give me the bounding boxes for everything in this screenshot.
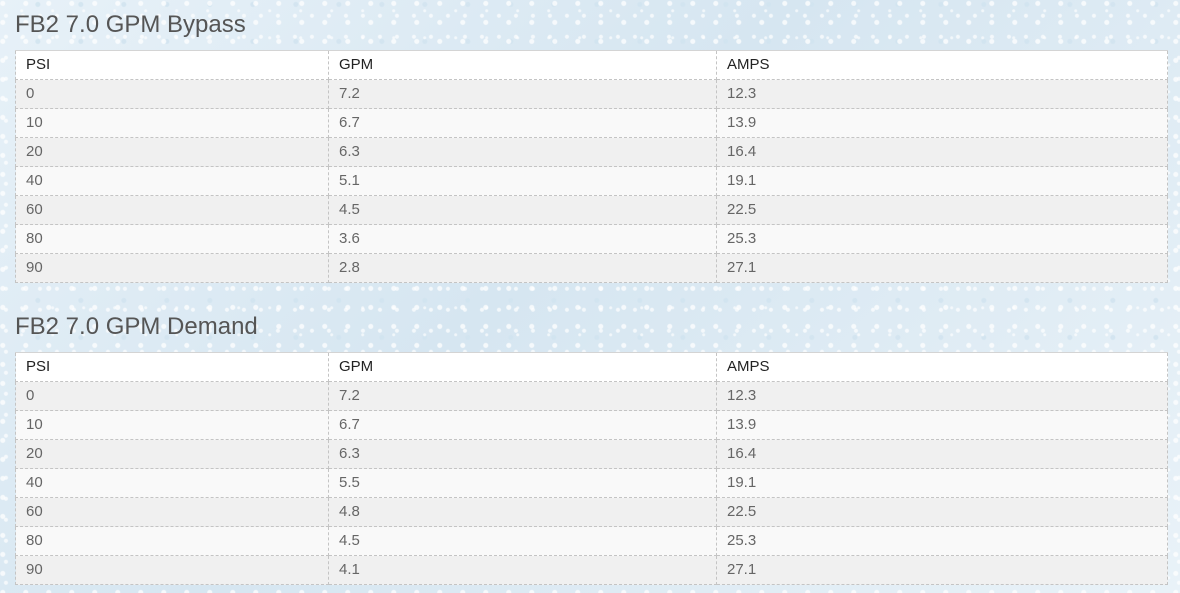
cell-psi: 10	[15, 108, 329, 138]
cell-psi: 90	[15, 253, 329, 283]
table-row: 60 4.5 22.5	[15, 195, 1168, 225]
cell-psi: 0	[15, 381, 329, 411]
table-row: 20 6.3 16.4	[15, 439, 1168, 469]
cell-psi: 80	[15, 224, 329, 254]
cell-gpm: 6.7	[328, 108, 717, 138]
cell-psi: 90	[15, 555, 329, 585]
cell-gpm: 6.3	[328, 137, 717, 167]
cell-gpm: 7.2	[328, 79, 717, 109]
table-row: 10 6.7 13.9	[15, 108, 1168, 138]
bypass-table-title: FB2 7.0 GPM Bypass	[15, 11, 246, 38]
cell-amps: 19.1	[716, 468, 1168, 498]
bypass-section: FB2 7.0 GPM Bypass PSI GPM AMPS 0 7.2 12…	[15, 10, 1168, 283]
cell-gpm: 2.8	[328, 253, 717, 283]
table-row: 80 3.6 25.3	[15, 224, 1168, 254]
cell-amps: 27.1	[716, 555, 1168, 585]
cell-amps: 25.3	[716, 224, 1168, 254]
cell-psi: 20	[15, 137, 329, 167]
table-header-row: PSI GPM AMPS	[15, 352, 1168, 382]
table-row: 60 4.8 22.5	[15, 497, 1168, 527]
cell-gpm: 7.2	[328, 381, 717, 411]
column-header-gpm: GPM	[328, 352, 717, 382]
cell-amps: 19.1	[716, 166, 1168, 196]
cell-gpm: 4.5	[328, 195, 717, 225]
table-row: 10 6.7 13.9	[15, 410, 1168, 440]
cell-amps: 12.3	[716, 79, 1168, 109]
cell-amps: 27.1	[716, 253, 1168, 283]
cell-amps: 16.4	[716, 137, 1168, 167]
cell-psi: 20	[15, 439, 329, 469]
column-header-psi: PSI	[15, 50, 329, 80]
cell-amps: 13.9	[716, 108, 1168, 138]
cell-gpm: 4.5	[328, 526, 717, 556]
cell-psi: 60	[15, 497, 329, 527]
cell-amps: 12.3	[716, 381, 1168, 411]
demand-section: FB2 7.0 GPM Demand PSI GPM AMPS 0 7.2 12…	[15, 312, 1168, 585]
cell-gpm: 6.7	[328, 410, 717, 440]
column-header-psi: PSI	[15, 352, 329, 382]
cell-psi: 0	[15, 79, 329, 109]
table-header-row: PSI GPM AMPS	[15, 50, 1168, 80]
cell-psi: 60	[15, 195, 329, 225]
cell-psi: 40	[15, 468, 329, 498]
bypass-table: PSI GPM AMPS 0 7.2 12.3 10 6.7 13.9 20 6…	[15, 50, 1168, 283]
column-header-gpm: GPM	[328, 50, 717, 80]
cell-gpm: 5.1	[328, 166, 717, 196]
table-row: 80 4.5 25.3	[15, 526, 1168, 556]
table-row: 90 2.8 27.1	[15, 253, 1168, 283]
cell-gpm: 4.8	[328, 497, 717, 527]
cell-gpm: 4.1	[328, 555, 717, 585]
cell-gpm: 3.6	[328, 224, 717, 254]
cell-amps: 25.3	[716, 526, 1168, 556]
demand-table: PSI GPM AMPS 0 7.2 12.3 10 6.7 13.9 20 6…	[15, 352, 1168, 585]
column-header-amps: AMPS	[716, 352, 1168, 382]
cell-psi: 80	[15, 526, 329, 556]
table-row: 0 7.2 12.3	[15, 381, 1168, 411]
cell-gpm: 5.5	[328, 468, 717, 498]
column-header-amps: AMPS	[716, 50, 1168, 80]
demand-table-title: FB2 7.0 GPM Demand	[15, 313, 258, 340]
table-row: 90 4.1 27.1	[15, 555, 1168, 585]
cell-amps: 16.4	[716, 439, 1168, 469]
cell-amps: 13.9	[716, 410, 1168, 440]
table-row: 20 6.3 16.4	[15, 137, 1168, 167]
cell-psi: 40	[15, 166, 329, 196]
cell-gpm: 6.3	[328, 439, 717, 469]
table-row: 40 5.1 19.1	[15, 166, 1168, 196]
cell-amps: 22.5	[716, 497, 1168, 527]
cell-psi: 10	[15, 410, 329, 440]
table-row: 40 5.5 19.1	[15, 468, 1168, 498]
cell-amps: 22.5	[716, 195, 1168, 225]
table-row: 0 7.2 12.3	[15, 79, 1168, 109]
